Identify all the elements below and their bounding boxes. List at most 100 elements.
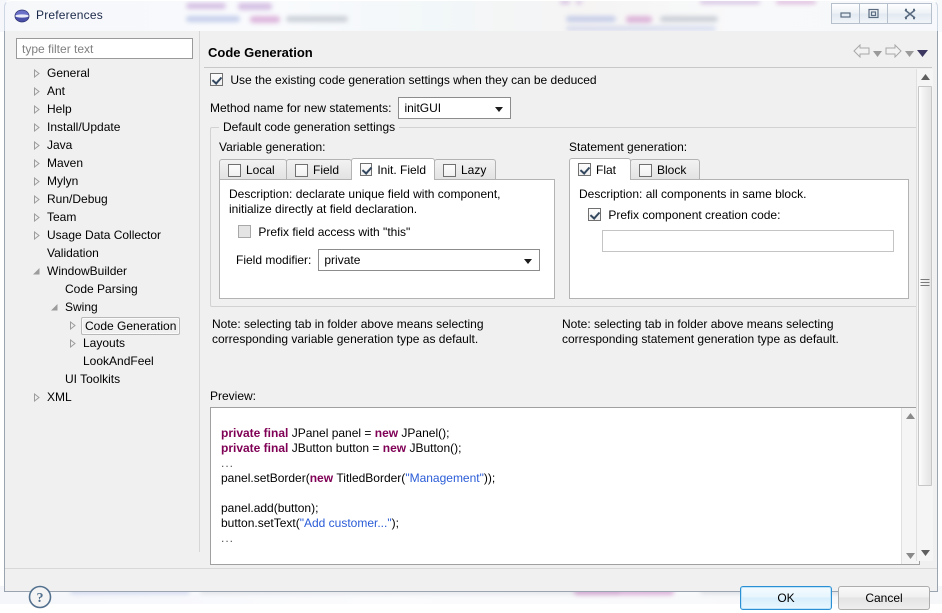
minimize-button[interactable]	[831, 3, 860, 24]
tree-item-validation[interactable]: Validation	[16, 244, 194, 262]
tree-collapse-arrow-icon[interactable]	[68, 321, 77, 330]
tree-item-layouts[interactable]: Layouts	[16, 334, 194, 352]
tree-collapse-arrow-icon[interactable]	[68, 339, 77, 348]
variable-tab-lazy[interactable]: Lazy	[434, 159, 496, 180]
filter-input[interactable]	[16, 38, 193, 59]
prefix-creation-input[interactable]	[602, 230, 894, 252]
ok-button[interactable]: OK	[740, 586, 832, 610]
tree-item-label: Validation	[47, 246, 99, 260]
statement-tab-block[interactable]: Block	[630, 159, 700, 180]
dialog-body: General Ant Help Install/Update Java Maven Myl…	[4, 31, 938, 610]
tree-item-xml[interactable]: XML	[16, 388, 194, 406]
preferences-sphere-icon	[14, 8, 30, 24]
window-title: Preferences	[36, 8, 103, 22]
tree-collapse-arrow-icon[interactable]	[32, 177, 41, 186]
field-modifier-combo[interactable]: private	[318, 249, 541, 271]
statement-tab-checkbox[interactable]	[578, 163, 591, 176]
tree-item-team[interactable]: Team	[16, 208, 194, 226]
variable-tab-local[interactable]: Local	[219, 159, 287, 180]
prefix-this-checkbox[interactable]	[238, 225, 251, 238]
tree-divider	[199, 31, 200, 552]
view-menu-chevron-down-filled-icon[interactable]	[917, 46, 928, 60]
tree-collapse-arrow-icon[interactable]	[32, 213, 41, 222]
tree-item-label: Java	[47, 138, 73, 152]
variable-tab-field[interactable]: Field	[286, 159, 352, 180]
prefix-creation-checkbox[interactable]	[588, 208, 601, 221]
settings-scroll-area: Use the existing code generation setting…	[204, 69, 932, 565]
variable-tab-label: Field	[313, 163, 340, 177]
tree-item-lookandfeel[interactable]: LookAndFeel	[16, 352, 194, 370]
tree-expand-arrow-icon[interactable]	[50, 303, 59, 312]
tree-item-label: Usage Data Collector	[47, 228, 162, 242]
tree-item-code-parsing[interactable]: Code Parsing	[16, 280, 194, 298]
chevron-down-icon	[495, 107, 504, 112]
tree-item-code-generation[interactable]: Code Generation	[16, 316, 194, 335]
help-question-icon[interactable]: ?	[27, 584, 53, 610]
back-arrow-icon[interactable]	[853, 43, 870, 61]
statement-generation-description: Description: all components in same bloc…	[579, 187, 807, 201]
cancel-button[interactable]: Cancel	[838, 586, 930, 610]
scrollbar-thumb[interactable]	[918, 86, 932, 486]
forward-arrow-icon[interactable]	[885, 43, 902, 61]
tree-collapse-arrow-icon[interactable]	[32, 87, 41, 96]
tree-item-windowbuilder[interactable]: WindowBuilder	[16, 262, 194, 280]
tree-expand-arrow-icon[interactable]	[32, 267, 41, 276]
tree-item-label: General	[47, 66, 90, 80]
tree-collapse-arrow-icon[interactable]	[32, 141, 41, 150]
tree-item-ant[interactable]: Ant	[16, 82, 194, 100]
preferences-tree[interactable]: General Ant Help Install/Update Java Maven Myl…	[16, 64, 194, 556]
tree-item-java[interactable]: Java	[16, 136, 194, 154]
tree-collapse-arrow-icon[interactable]	[32, 69, 41, 78]
settings-scrollbar[interactable]	[916, 69, 933, 561]
prefix-creation-row[interactable]: Prefix component creation code:	[588, 208, 780, 222]
scroll-down-icon[interactable]	[917, 545, 933, 561]
statement-tab-flat[interactable]: Flat	[569, 158, 631, 180]
forward-menu-chevron-down-icon[interactable]	[905, 46, 914, 60]
variable-tab-checkbox[interactable]	[443, 163, 456, 177]
method-name-combo[interactable]: initGUI	[398, 97, 512, 119]
tree-item-label: Maven	[47, 156, 84, 170]
tree-collapse-arrow-icon[interactable]	[32, 105, 41, 114]
tree-collapse-arrow-icon[interactable]	[32, 159, 41, 168]
variable-generation-note: Note: selecting tab in folder above mean…	[212, 317, 484, 346]
tree-item-usage-data-collector[interactable]: Usage Data Collector	[16, 226, 194, 244]
method-name-label: Method name for new statements:	[210, 101, 392, 115]
variable-tab-checkbox[interactable]	[295, 163, 308, 177]
use-existing-settings-row[interactable]: Use the existing code generation setting…	[210, 73, 597, 87]
tree-item-maven[interactable]: Maven	[16, 154, 194, 172]
tree-item-swing[interactable]: Swing	[16, 298, 194, 316]
statement-generation-label: Statement generation:	[569, 140, 688, 154]
variable-tab-checkbox[interactable]	[360, 163, 373, 176]
tree-item-ui-toolkits[interactable]: UI Toolkits	[16, 370, 194, 388]
close-button[interactable]	[887, 3, 932, 24]
prefix-this-label: Prefix field access with "this"	[258, 225, 411, 239]
footer-divider	[5, 568, 937, 569]
statement-generation-tabpanel: Description: all components in same bloc…	[569, 179, 909, 299]
variable-generation-tabstrip[interactable]: Local Field Init. Field Lazy	[219, 158, 555, 180]
page-title: Code Generation	[208, 45, 313, 60]
tree-item-run-debug[interactable]: Run/Debug	[16, 190, 194, 208]
variable-tab-init-field[interactable]: Init. Field	[351, 158, 435, 180]
restore-button[interactable]	[859, 3, 888, 24]
back-menu-chevron-down-icon[interactable]	[873, 46, 882, 60]
scroll-up-icon[interactable]	[917, 69, 933, 85]
statement-tab-checkbox[interactable]	[639, 163, 652, 177]
tree-collapse-arrow-icon[interactable]	[32, 123, 41, 132]
use-existing-settings-label: Use the existing code generation setting…	[230, 73, 597, 87]
tree-collapse-arrow-icon[interactable]	[32, 231, 41, 240]
preview-box: private final JPanel panel = new JPanel(…	[210, 407, 920, 565]
tree-item-label: WindowBuilder	[47, 264, 128, 278]
prefix-this-row[interactable]: Prefix field access with "this"	[238, 225, 410, 239]
variable-tab-checkbox[interactable]	[228, 163, 241, 177]
window-titlebar[interactable]: Preferences	[4, 0, 938, 31]
tree-collapse-arrow-icon[interactable]	[32, 195, 41, 204]
tree-item-general[interactable]: General	[16, 64, 194, 82]
tree-item-label: XML	[47, 390, 72, 404]
tree-item-help[interactable]: Help	[16, 100, 194, 118]
tree-item-mylyn[interactable]: Mylyn	[16, 172, 194, 190]
use-existing-settings-checkbox[interactable]	[210, 73, 223, 86]
statement-generation-tabstrip[interactable]: Flat Block	[569, 158, 909, 180]
tree-item-label: LookAndFeel	[83, 354, 154, 368]
tree-item-install-update[interactable]: Install/Update	[16, 118, 194, 136]
tree-collapse-arrow-icon[interactable]	[32, 393, 41, 402]
